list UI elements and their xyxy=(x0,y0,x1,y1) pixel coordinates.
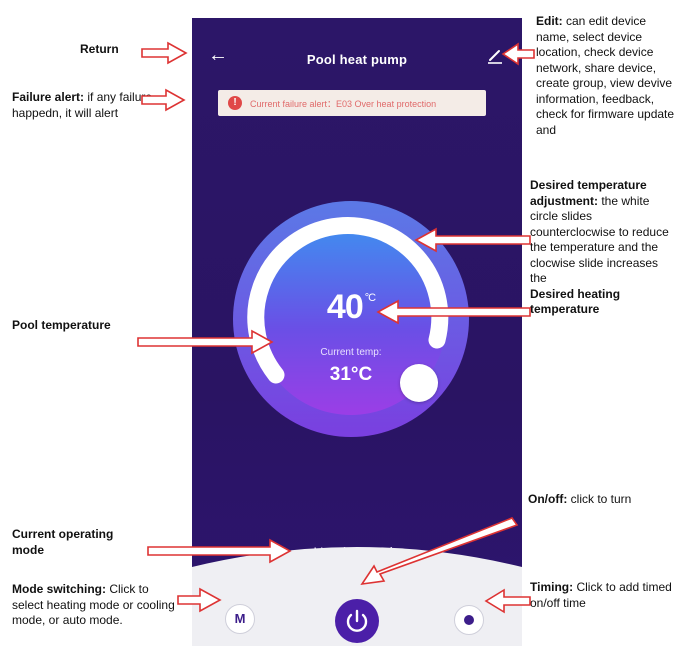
timer-button[interactable] xyxy=(454,605,484,635)
annotation-pool-temp-title: Pool temperature xyxy=(12,318,111,332)
annotation-timing-title: Timing: xyxy=(530,580,574,594)
annotation-failure-title: Failure alert: xyxy=(12,90,85,104)
annotation-desired-adjustment: Desired temperature adjustment: the whit… xyxy=(530,178,678,318)
phone-screen: ← Pool heat pump ! Current failure alert… xyxy=(192,18,522,646)
annotation-edit-title: Edit: xyxy=(536,14,563,28)
pencil-icon xyxy=(488,50,502,64)
power-button[interactable] xyxy=(335,599,379,643)
bottom-bar-curve xyxy=(192,547,522,577)
annotation-onoff-title: On/off: xyxy=(528,492,568,506)
warning-icon: ! xyxy=(228,96,242,110)
mode-switch-button[interactable]: M xyxy=(225,604,255,634)
annotation-return-title: Return xyxy=(80,42,119,56)
edit-button[interactable] xyxy=(484,44,506,66)
failure-alert-text: Current failure alert：E03 Over heat prot… xyxy=(250,98,437,109)
power-icon xyxy=(346,609,368,632)
temperature-dial[interactable]: 40 °C Current temp: 31°C xyxy=(232,200,470,438)
annotation-desired-heating-title: Desired heating temperature xyxy=(530,286,621,317)
annotation-timing: Timing: Click to add timed on/off time xyxy=(530,580,678,611)
page-title: Pool heat pump xyxy=(306,52,408,67)
annotation-onoff: On/off: click to turn xyxy=(528,492,678,508)
annotation-mode-switch-title: Mode switching: xyxy=(12,582,106,596)
annotation-edit-body: can edit device name, select device loca… xyxy=(536,14,675,137)
failure-alert-banner[interactable]: ! Current failure alert：E03 Over heat pr… xyxy=(218,90,486,116)
desired-temperature-value: 40 xyxy=(326,288,364,326)
annotation-operating-mode-title: Current operating mode xyxy=(12,527,114,557)
bottom-bar: M xyxy=(192,547,522,646)
clock-icon xyxy=(464,615,474,625)
annotation-pool-temperature: Pool temperature xyxy=(12,318,111,334)
desired-temperature: 40 °C xyxy=(232,288,470,327)
dial-knob[interactable] xyxy=(400,364,438,402)
annotation-mode-switching: Mode switching: Click to select heating … xyxy=(12,582,182,629)
arrow-return xyxy=(141,41,188,65)
annotation-failure-alert: Failure alert: if any failure happedn, i… xyxy=(12,90,162,121)
current-temp-label: Current temp: xyxy=(320,347,382,358)
desired-temperature-unit: °C xyxy=(364,292,376,304)
annotation-operating-mode: Current operating mode xyxy=(12,527,142,558)
top-bar: ← Pool heat pump xyxy=(192,18,522,88)
annotation-return: Return xyxy=(80,42,119,58)
annotation-onoff-body: click to turn xyxy=(567,492,632,506)
annotation-edit: Edit: can edit device name, select devic… xyxy=(536,14,678,138)
